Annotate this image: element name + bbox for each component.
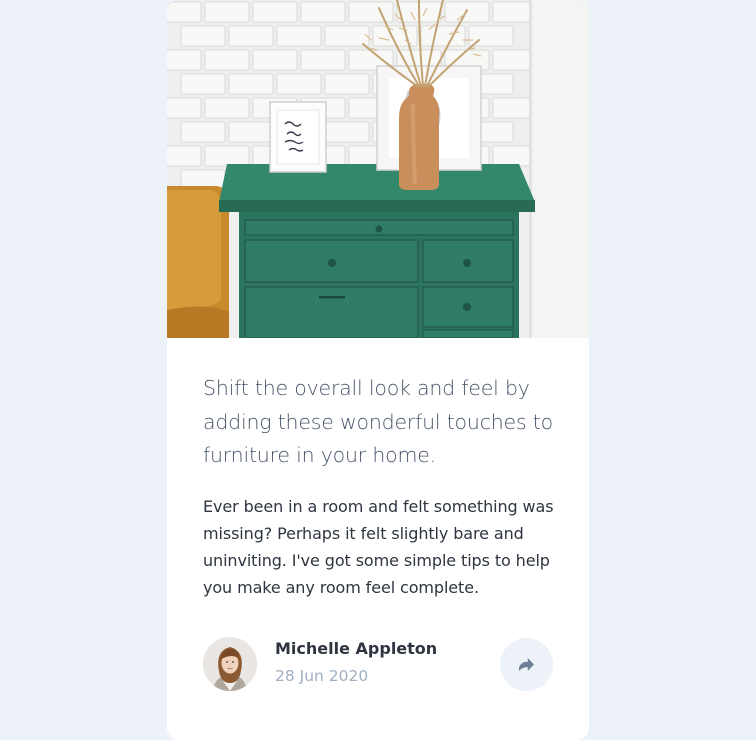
post-date: 28 Jun 2020 [275, 667, 369, 685]
article-title: Shift the overall look and feel by addin… [203, 376, 553, 467]
author-name: Michelle Appleton [275, 639, 438, 658]
article-card: Shift the overall look and feel by addin… [167, 0, 589, 740]
avatar-photo [203, 637, 257, 691]
share-button[interactable] [500, 638, 553, 691]
share-icon [519, 658, 534, 671]
drawers-photo [167, 0, 589, 338]
article-description: Ever been in a room and felt something w… [203, 497, 554, 597]
